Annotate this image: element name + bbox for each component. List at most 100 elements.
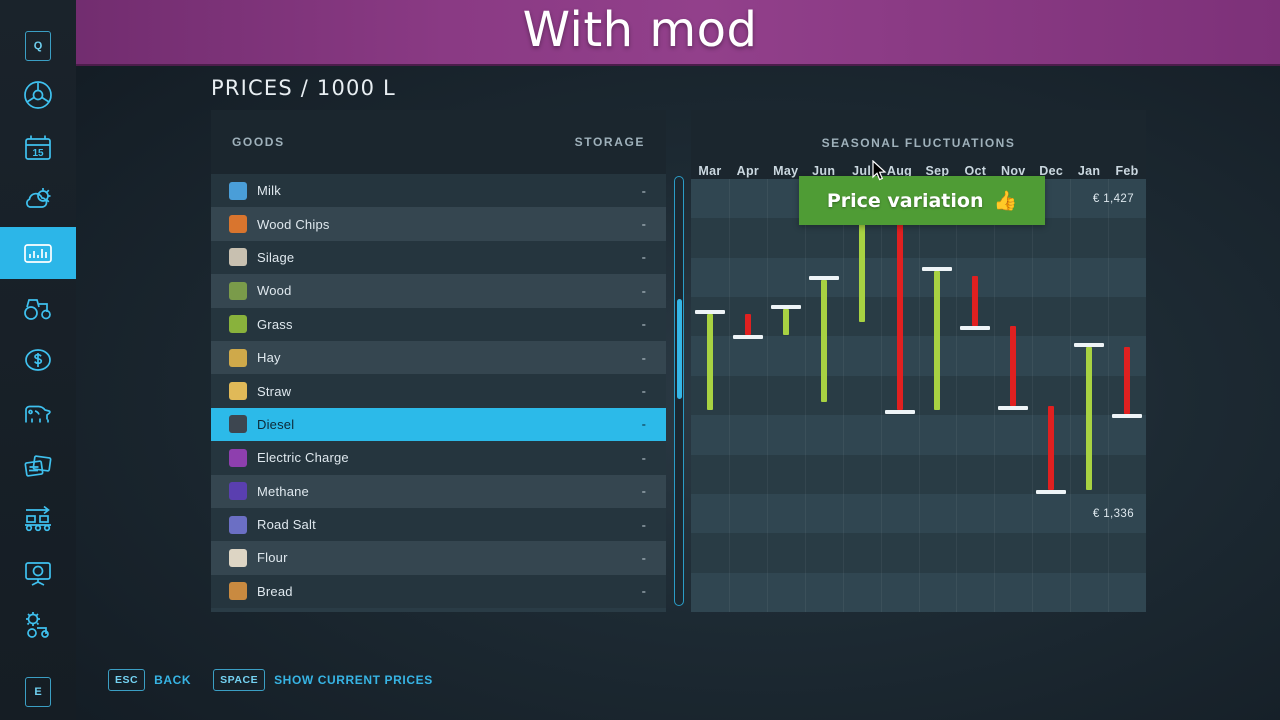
- chart-bar-cap-mar: [694, 309, 725, 314]
- bottom-hint-bar: ESC BACK SPACE SHOW CURRENT PRICES: [108, 668, 455, 692]
- goods-row-grass[interactable]: Grass -: [211, 307, 666, 341]
- sidebar-item-weather[interactable]: [0, 174, 76, 226]
- goods-row-storage: -: [641, 316, 646, 332]
- chart-bar-aug: [896, 212, 903, 411]
- chart-gridline: [728, 179, 730, 612]
- month-label-apr: Apr: [736, 164, 760, 178]
- chart-bar-cap-nov: [998, 406, 1029, 410]
- chart-gridline: [1032, 179, 1034, 612]
- top-banner: With mod: [0, 0, 1280, 66]
- chart-price-low-label: € 1,336: [1092, 508, 1134, 521]
- chart-bar-mar: [706, 313, 713, 411]
- presentation-help-icon: [25, 562, 51, 586]
- calendar-icon: 15: [25, 135, 51, 160]
- chart-gridline: [804, 179, 806, 612]
- price-variation-tooltip: Price variation 👍: [799, 176, 1045, 225]
- tractor-gear-icon: [26, 612, 49, 638]
- goods-row-storage: -: [641, 583, 646, 599]
- goods-row-bread[interactable]: Bread -: [211, 574, 666, 609]
- chart-gridline: [1070, 179, 1072, 612]
- goods-row-storage: -: [641, 216, 646, 232]
- goods-row-storage: -: [641, 483, 646, 499]
- month-label-feb: Feb: [1115, 164, 1139, 178]
- goods-row-flour[interactable]: Flour -: [211, 541, 666, 575]
- chart-bar-jul: [858, 208, 865, 322]
- flour-bag-icon: [229, 548, 247, 567]
- chart-gridline: [1108, 179, 1110, 612]
- chart-bar-apr: [744, 313, 751, 335]
- key-e-icon: E: [25, 677, 51, 707]
- column-header-storage: STORAGE: [574, 135, 645, 149]
- chart-gridline: [994, 179, 996, 612]
- goods-row-diesel[interactable]: Diesel -: [211, 407, 666, 442]
- page-title: PRICES / 1000 L: [211, 76, 396, 100]
- sidebar-item-animals[interactable]: [0, 387, 76, 439]
- goods-row-methane[interactable]: Methane -: [211, 474, 666, 508]
- weather-icon: [26, 188, 51, 208]
- sidebar-item-settings[interactable]: [0, 599, 76, 651]
- sidebar-item-production[interactable]: [0, 493, 76, 545]
- goods-row-label: Wood: [257, 283, 292, 299]
- hint-key-esc[interactable]: ESC: [108, 669, 146, 691]
- goods-row-label: Diesel: [257, 416, 295, 432]
- documents-icon: [24, 455, 52, 477]
- silage-icon: [229, 248, 247, 267]
- goods-row-hay[interactable]: Hay -: [211, 340, 666, 375]
- goods-row-milk[interactable]: Milk -: [211, 174, 666, 208]
- sidebar-item-finances[interactable]: [0, 334, 76, 386]
- goods-row-wood[interactable]: Wood -: [211, 274, 666, 308]
- goods-row-storage: -: [641, 383, 646, 399]
- key-q-icon: Q: [25, 31, 51, 61]
- chart-bar-cap-oct: [960, 326, 991, 331]
- goods-row-electric-charge[interactable]: Electric Charge -: [211, 441, 666, 475]
- tractor-icon: [24, 299, 51, 320]
- goods-row-label: Grass: [257, 316, 293, 332]
- chart-bar-nov: [1010, 326, 1017, 406]
- methane-icon: [229, 482, 247, 501]
- sidebar-item-contracts[interactable]: [0, 440, 76, 492]
- goods-scrollbar-track[interactable]: [674, 176, 684, 606]
- goods-row-label: Road Salt: [257, 517, 316, 533]
- chart-gridline: [918, 179, 920, 612]
- hint-label-show-current-prices[interactable]: SHOW CURRENT PRICES: [274, 673, 433, 687]
- chart-gridline: [842, 179, 844, 612]
- sidebar-item-prices[interactable]: [0, 227, 76, 279]
- goods-row-storage: -: [641, 450, 646, 466]
- straw-icon: [229, 382, 247, 401]
- goods-scrollbar-thumb[interactable]: [676, 299, 682, 399]
- hint-key-space[interactable]: SPACE: [213, 669, 266, 691]
- chart-gridline: [956, 179, 958, 612]
- grass-icon: [229, 315, 247, 334]
- chart-bar-cap-apr: [732, 334, 763, 339]
- milk-bottle-icon: [229, 181, 247, 200]
- sidebar-item-vehicles[interactable]: [0, 281, 76, 333]
- goods-row-label: Straw: [257, 383, 292, 399]
- key-q-indicator: Q: [0, 20, 76, 72]
- sidebar-item-calendar[interactable]: 15: [0, 122, 76, 174]
- goods-row-wood-chips[interactable]: Wood Chips -: [211, 207, 666, 241]
- chart-bar-cap-aug: [884, 410, 915, 415]
- chart-bar-cap-jun: [808, 275, 839, 280]
- goods-row-storage: -: [641, 350, 646, 366]
- chart-bar-jan: [1086, 347, 1093, 491]
- month-label-mar: Mar: [698, 164, 722, 178]
- goods-row-label: Silage: [257, 249, 295, 265]
- goods-row-label: Hay: [257, 350, 281, 366]
- chart-bar-sep: [934, 271, 941, 411]
- bar-chart-icon: [24, 244, 52, 263]
- goods-row-road-salt[interactable]: Road Salt -: [211, 507, 666, 542]
- chart-bar-cap-dec: [1036, 490, 1067, 495]
- hint-label-back[interactable]: BACK: [154, 673, 191, 687]
- month-label-jan: Jan: [1077, 164, 1101, 178]
- goods-row-label: Milk: [257, 183, 281, 199]
- battery-icon: [229, 448, 247, 467]
- sidebar-item-help[interactable]: [0, 546, 76, 598]
- goods-row-label: Wood Chips: [257, 216, 330, 232]
- goods-row-straw[interactable]: Straw -: [211, 374, 666, 408]
- cow-icon: [25, 405, 51, 423]
- sidebar-item-vehicle[interactable]: [0, 69, 76, 121]
- goods-row-silage[interactable]: Silage -: [211, 240, 666, 275]
- banner-title: With mod: [522, 2, 758, 58]
- chart-bar-jun: [820, 279, 827, 402]
- chart-gridline: [880, 179, 882, 612]
